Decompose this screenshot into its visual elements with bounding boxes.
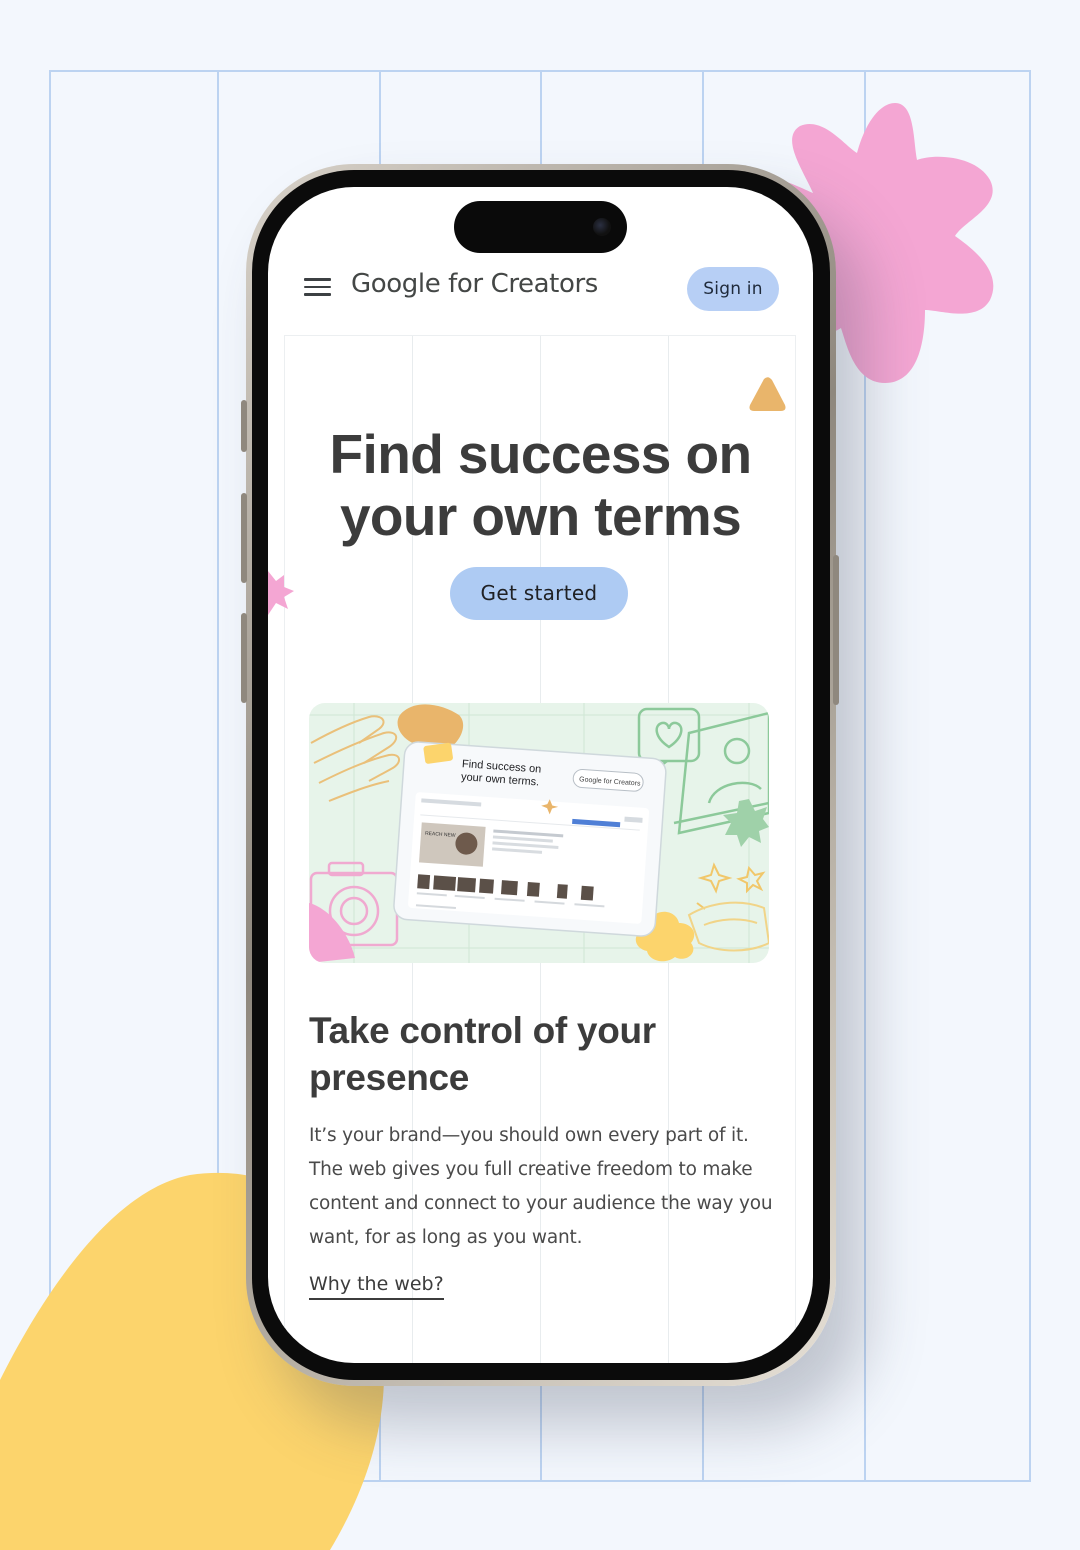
hero-title-line1: Find success on	[329, 423, 753, 485]
why-the-web-link[interactable]: Why the web?	[309, 1273, 444, 1300]
hero-illustration-art: Find success on your own terms. Google f…	[309, 703, 769, 963]
get-started-button[interactable]: Get started	[450, 567, 628, 620]
pink-star-decoration	[268, 571, 294, 615]
brand-logo[interactable]: Google for Creators	[351, 269, 598, 299]
volume-up-button	[241, 493, 247, 583]
action-button	[241, 400, 247, 452]
hero-illustration: Find success on your own terms. Google f…	[309, 703, 769, 963]
phone-screen: Google for Creators Sign in Find success…	[268, 187, 813, 1363]
menu-icon[interactable]	[304, 278, 331, 296]
hero-title: Find success on your own terms	[268, 423, 813, 547]
orange-triangle-decoration	[749, 377, 786, 411]
hero-title-line2: your own terms	[339, 485, 742, 547]
sign-in-button[interactable]: Sign in	[687, 267, 779, 311]
camera-lens-icon	[593, 218, 611, 236]
power-button	[833, 555, 839, 705]
hand-icon	[310, 715, 400, 802]
section-title: Take control of your presence	[309, 1010, 656, 1098]
section-body: It’s your brand—you should own every par…	[309, 1125, 773, 1248]
volume-down-button	[241, 613, 247, 703]
dynamic-island	[454, 201, 627, 253]
